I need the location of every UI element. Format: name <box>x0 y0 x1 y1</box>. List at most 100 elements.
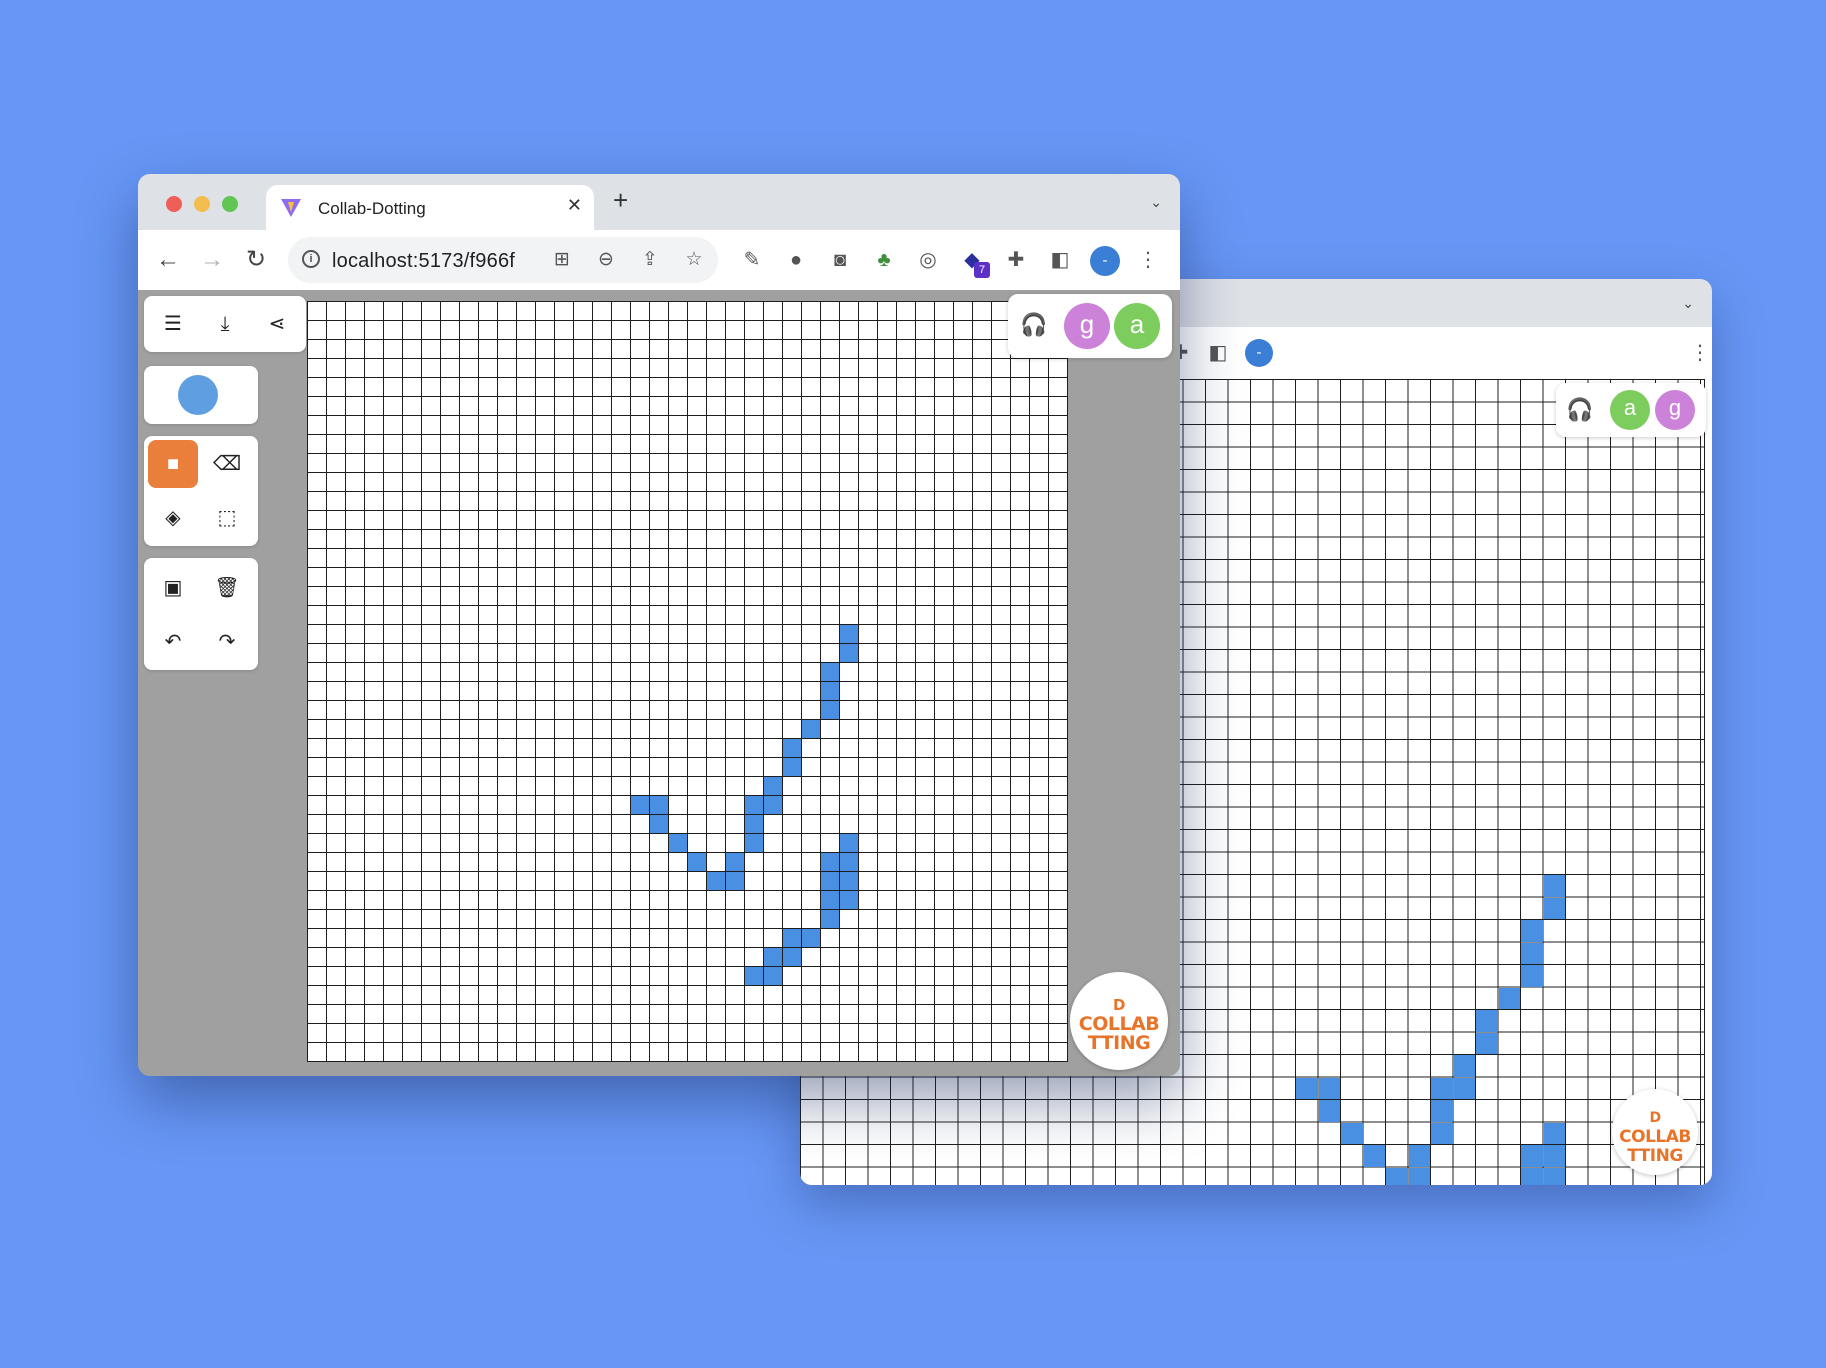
painted-pixel <box>1318 1100 1340 1122</box>
painted-pixel <box>764 967 782 985</box>
painted-pixel <box>1431 1077 1453 1099</box>
painted-pixel <box>1476 1032 1498 1054</box>
painted-pixel <box>650 796 668 814</box>
share-page-icon[interactable]: ⇪ <box>638 248 662 272</box>
painted-pixel <box>1498 987 1520 1009</box>
painted-pixel <box>1318 1077 1340 1099</box>
trash-button[interactable]: 🗑 <box>202 564 252 612</box>
undo-button[interactable]: ↶ <box>148 618 198 666</box>
forward-arrow-icon[interactable]: → <box>198 246 226 274</box>
collab-dotting-logo: D COLLAB TTING <box>1070 972 1168 1070</box>
html-tree-extension-icon[interactable]: ♣ <box>870 246 898 274</box>
user-avatar[interactable]: g <box>1655 390 1695 430</box>
painted-pixel <box>840 625 858 643</box>
painted-pixel <box>783 739 801 757</box>
logo-text-line: D <box>1649 1110 1661 1126</box>
eraser-tool-button[interactable]: ⌫ <box>202 440 252 488</box>
logo-text-line: TTING <box>1087 1032 1151 1054</box>
profile-avatar[interactable]: - <box>1245 339 1273 367</box>
pixel-grid[interactable] <box>307 301 1068 1062</box>
headset-icon[interactable]: 🎧 <box>1020 312 1047 338</box>
painted-pixel <box>1408 1145 1430 1167</box>
eyedropper-extension-icon[interactable]: ✎ <box>738 246 766 274</box>
painted-pixel <box>1363 1145 1385 1167</box>
painted-pixel <box>764 777 782 795</box>
maximize-window-button[interactable] <box>222 196 238 212</box>
painted-pixel <box>1521 920 1543 942</box>
browser-window-front: Collab-Dotting ✕ + ⌄ ← → ↻ i localhost:5… <box>138 174 1180 1076</box>
painted-pixel <box>745 815 763 833</box>
tab-close-icon[interactable]: ✕ <box>567 195 582 216</box>
painted-pixel <box>1543 1122 1565 1144</box>
tab-collab-dotting[interactable]: Collab-Dotting ✕ <box>266 185 594 230</box>
paint-bucket-tool-button[interactable]: ◈ <box>148 494 198 542</box>
target-extension-icon[interactable]: ◎ <box>914 246 942 274</box>
side-panel-icon[interactable]: ◧ <box>1204 339 1232 367</box>
minimize-window-button[interactable] <box>194 196 210 212</box>
browser-menu-icon[interactable]: ⋮ <box>1686 339 1712 367</box>
tab-menu-icon[interactable]: ⌄ <box>1682 295 1694 312</box>
painted-pixel <box>840 891 858 909</box>
close-window-button[interactable] <box>166 196 182 212</box>
headset-icon[interactable]: 🎧 <box>1566 397 1593 423</box>
camera-icon[interactable]: ◙ <box>826 246 854 274</box>
site-info-icon[interactable]: i <box>302 250 320 268</box>
translate-icon[interactable]: ⊞ <box>550 248 574 272</box>
painted-pixel <box>745 967 763 985</box>
painted-pixel <box>669 834 687 852</box>
painted-pixel <box>1521 1145 1543 1167</box>
pen-tool-button[interactable]: ■ <box>148 440 198 488</box>
painted-pixel <box>1453 1077 1475 1099</box>
painted-pixel <box>631 796 649 814</box>
back-arrow-icon[interactable]: ← <box>154 246 182 274</box>
color-swatch[interactable] <box>178 375 218 415</box>
user-avatar[interactable]: a <box>1114 303 1160 349</box>
painted-pixel <box>1296 1077 1318 1099</box>
painted-pixel <box>745 834 763 852</box>
painted-pixel <box>821 682 839 700</box>
browser-menu-icon[interactable]: ⋮ <box>1134 246 1162 274</box>
presence-bar: 🎧 g a <box>1008 294 1172 358</box>
add-image-button[interactable]: ▣ <box>148 564 198 612</box>
painted-pixel <box>1453 1055 1475 1077</box>
select-tool-button[interactable]: ⬚ <box>202 494 252 542</box>
painted-pixel <box>1431 1100 1453 1122</box>
profile-avatar[interactable]: - <box>1090 246 1120 276</box>
painted-pixel <box>1476 1010 1498 1032</box>
tab-menu-icon[interactable]: ⌄ <box>1150 194 1162 211</box>
layers-extension-icon[interactable]: ◆7 <box>958 246 990 278</box>
painted-pixel <box>745 796 763 814</box>
bookmark-star-icon[interactable]: ☆ <box>682 248 706 272</box>
painted-pixel <box>840 872 858 890</box>
reload-icon[interactable]: ↻ <box>242 246 270 274</box>
new-tab-button[interactable]: + <box>613 187 628 213</box>
download-button[interactable]: ⤓ <box>200 300 250 348</box>
painted-pixel <box>1543 1145 1565 1167</box>
url-text[interactable]: localhost:5173/f966f <box>332 250 515 273</box>
canvas-actions-panel: ▣ 🗑 ↶ ↷ <box>144 558 258 670</box>
side-panel-icon[interactable]: ◧ <box>1046 246 1074 274</box>
browser-toolbar: ← → ↻ i localhost:5173/f966f ⊞ ⊖ ⇪ ☆ ✎ ●… <box>138 230 1180 291</box>
drawing-tools-panel: ■ ⌫ ◈ ⬚ <box>144 436 258 546</box>
painted-pixel <box>726 872 744 890</box>
menu-button[interactable]: ☰ <box>148 300 198 348</box>
painted-pixel <box>783 948 801 966</box>
user-avatar[interactable]: a <box>1610 390 1650 430</box>
painted-pixel <box>802 929 820 947</box>
zoom-icon[interactable]: ⊖ <box>594 248 618 272</box>
painted-pixel <box>821 910 839 928</box>
painted-pixel <box>821 853 839 871</box>
tab-title: Collab-Dotting <box>318 199 426 218</box>
logo-text-line: COLLAB <box>1619 1127 1691 1147</box>
painted-pixel <box>840 644 858 662</box>
painted-pixel <box>688 853 706 871</box>
painted-pixel <box>1341 1122 1363 1144</box>
user-avatar[interactable]: g <box>1064 303 1110 349</box>
painted-pixel <box>840 853 858 871</box>
chat-extension-icon[interactable]: ● <box>782 246 810 274</box>
share-button[interactable]: ⋖ <box>252 300 302 348</box>
extensions-puzzle-icon[interactable]: ✚ <box>1002 246 1030 274</box>
redo-button[interactable]: ↷ <box>202 618 252 666</box>
painted-pixel <box>1543 897 1565 919</box>
address-bar[interactable]: i localhost:5173/f966f ⊞ ⊖ ⇪ ☆ <box>288 237 718 283</box>
